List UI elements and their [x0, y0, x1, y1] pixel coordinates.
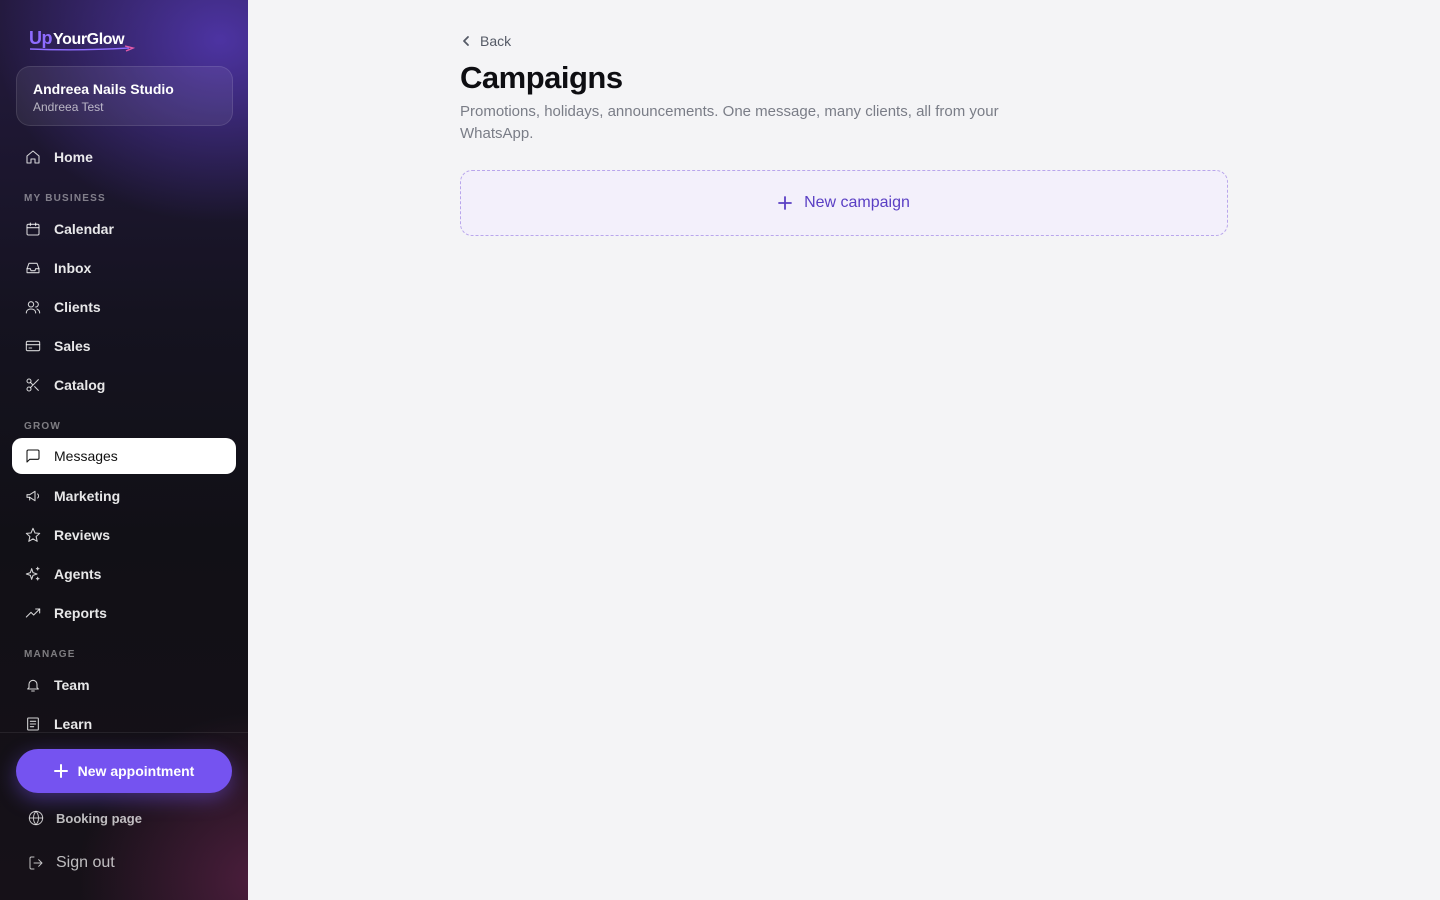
sidebar-item-agents[interactable]: Agents	[12, 556, 236, 592]
sidebar-item-label: Reports	[54, 605, 107, 621]
page-title: Campaigns	[460, 60, 623, 95]
studio-user: Andreea Test	[33, 100, 104, 114]
sidebar-item-calendar[interactable]: Calendar	[12, 211, 236, 247]
sidebar-item-label: Agents	[54, 566, 102, 582]
new-campaign-label: New campaign	[804, 194, 910, 211]
sidebar-item-label: Catalog	[54, 377, 106, 393]
sidebar-item-label: Reviews	[54, 527, 111, 543]
sidebar: Up YourGlow Andreea Nails Studio Andreea…	[0, 0, 248, 900]
sidebar-item-clients[interactable]: Clients	[12, 289, 236, 325]
sidebar-item-messages[interactable]: Messages	[12, 438, 236, 474]
sidebar-item-label: Messages	[54, 448, 118, 464]
trend-icon	[24, 604, 42, 622]
sidebar-item-reports[interactable]: Reports	[12, 595, 236, 631]
sidebar-item-sales[interactable]: Sales	[12, 328, 236, 364]
section-label-grow: GROW	[24, 421, 62, 432]
sidebar-item-home[interactable]: Home	[12, 139, 236, 175]
calendar-icon	[24, 220, 42, 238]
new-appointment-label: New appointment	[77, 763, 195, 779]
sidebar-item-label: Home	[54, 149, 93, 165]
sidebar-item-team[interactable]: Team	[12, 667, 236, 703]
sign-out-link[interactable]: Sign out	[28, 854, 115, 872]
sparkles-icon	[24, 565, 42, 583]
credit-card-icon	[24, 337, 42, 355]
message-icon	[24, 447, 42, 465]
logo-swoosh-icon	[29, 45, 136, 52]
scissors-icon	[24, 376, 42, 394]
sidebar-item-label: Sales	[54, 338, 91, 354]
back-link[interactable]: Back	[460, 33, 511, 49]
plus-icon	[778, 196, 792, 210]
chevron-left-icon	[463, 36, 469, 46]
sidebar-item-label: Inbox	[54, 260, 92, 276]
bell-icon	[24, 676, 42, 694]
sidebar-item-label: Team	[54, 677, 90, 693]
megaphone-icon	[24, 487, 42, 505]
studio-name: Andreea Nails Studio	[33, 81, 174, 97]
studio-switcher[interactable]: Andreea Nails Studio Andreea Test	[16, 66, 233, 126]
section-label-my-business: MY BUSINESS	[24, 193, 106, 204]
book-icon	[24, 715, 42, 733]
new-appointment-button[interactable]: New appointment	[16, 749, 232, 793]
page-description: Promotions, holidays, announcements. One…	[460, 103, 999, 142]
app-logo[interactable]: Up YourGlow	[29, 28, 149, 56]
sidebar-item-inbox[interactable]: Inbox	[12, 250, 236, 286]
sidebar-item-learn[interactable]: Learn	[12, 706, 236, 742]
users-icon	[24, 298, 42, 316]
back-label: Back	[480, 33, 512, 49]
sidebar-item-catalog[interactable]: Catalog	[12, 367, 236, 403]
inbox-icon	[24, 259, 42, 277]
sidebar-item-label: Marketing	[54, 488, 121, 504]
sidebar-divider	[0, 732, 248, 733]
booking-page-label: Booking page	[56, 810, 142, 826]
sign-out-label: Sign out	[56, 854, 115, 871]
booking-page-link[interactable]: Booking page	[28, 810, 142, 826]
plus-icon	[53, 764, 68, 778]
sidebar-item-label: Clients	[54, 299, 101, 315]
logout-icon	[29, 856, 43, 870]
home-icon	[24, 148, 42, 166]
sidebar-item-label: Calendar	[54, 221, 114, 237]
sidebar-item-reviews[interactable]: Reviews	[12, 517, 236, 553]
star-icon	[24, 526, 42, 544]
sidebar-item-label: Learn	[54, 716, 93, 732]
new-campaign-button[interactable]: New campaign	[460, 170, 1228, 236]
section-label-manage: MANAGE	[24, 649, 76, 660]
globe-icon	[28, 810, 44, 826]
sidebar-item-marketing[interactable]: Marketing	[12, 478, 236, 514]
